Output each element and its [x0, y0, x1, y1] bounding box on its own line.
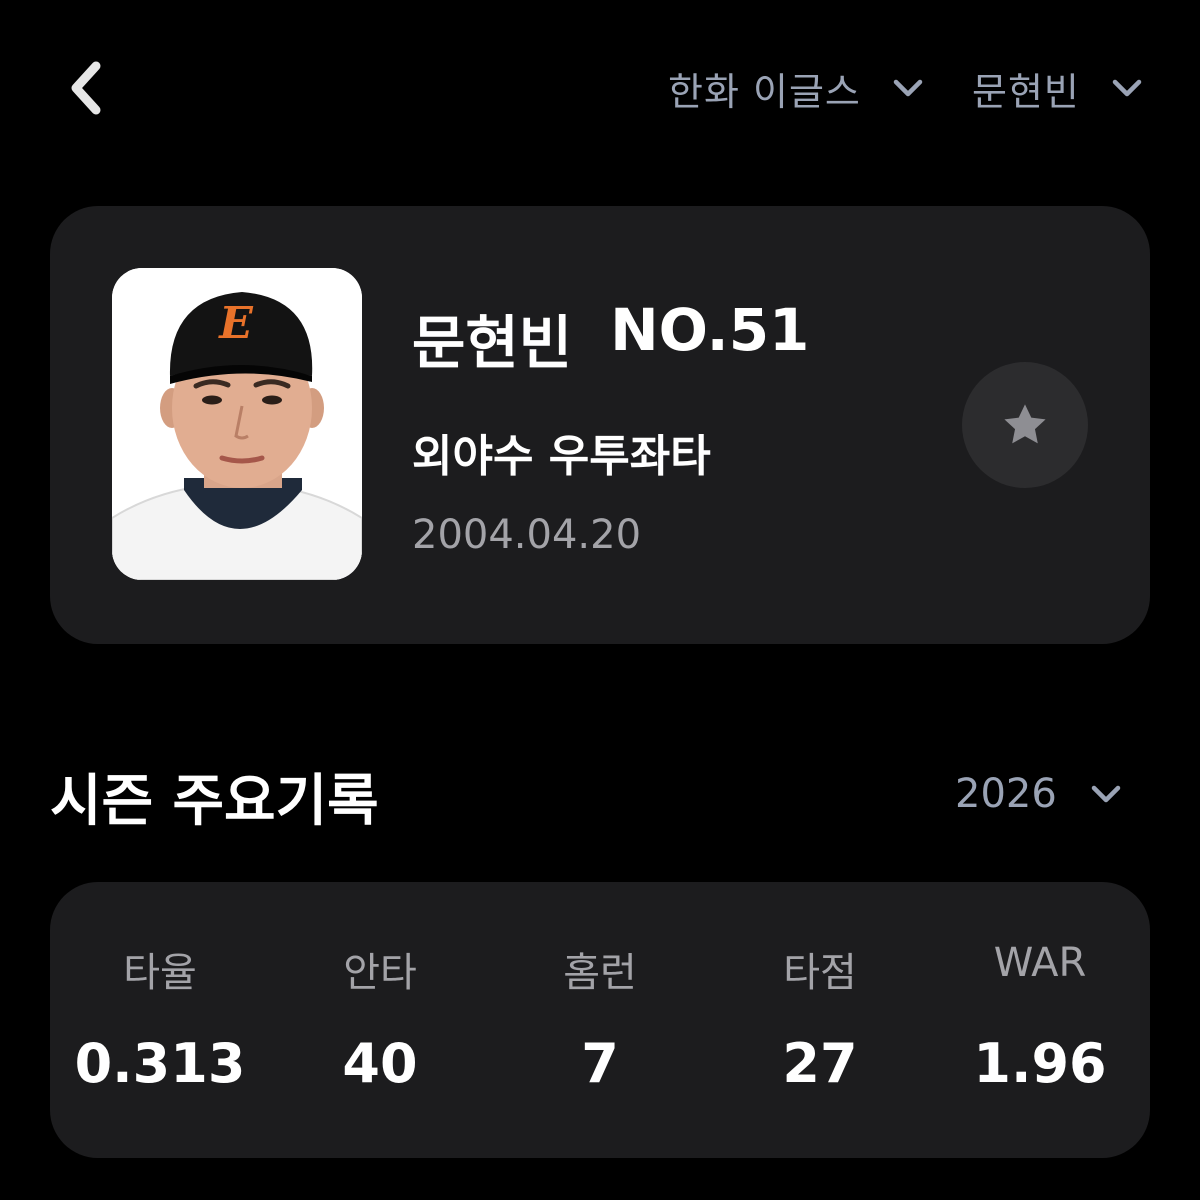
stat-home-runs: 홈런 7	[490, 882, 710, 1158]
stat-value: 40	[342, 1032, 418, 1095]
season-year-selector[interactable]: 2026	[955, 768, 1123, 820]
player-selector-label: 문현빈	[972, 69, 1080, 114]
chevron-left-icon	[71, 61, 101, 115]
season-section-title: 시즌 주요기록	[50, 769, 379, 834]
stat-batting-average: 타율 0.313	[50, 882, 270, 1158]
season-stats-card: 타율 0.313 안타 40 홈런 7 타점 27 WAR 1.96	[50, 882, 1150, 1158]
svg-text:E: E	[217, 298, 254, 349]
stat-value: 27	[782, 1032, 858, 1095]
player-selector[interactable]: 문현빈	[972, 62, 1144, 114]
stat-label: 타점	[783, 950, 857, 996]
top-bar: 한화 이글스 문현빈	[0, 0, 1200, 180]
chevron-down-icon	[1089, 783, 1123, 805]
stat-value: 0.313	[74, 1032, 246, 1095]
player-photo: E	[112, 268, 362, 580]
team-selector[interactable]: 한화 이글스	[668, 62, 925, 114]
stat-label: 안타	[343, 950, 417, 996]
stat-value: 1.96	[973, 1032, 1107, 1095]
back-button[interactable]	[62, 58, 114, 118]
player-name-line: 문현빈 NO.51	[412, 296, 809, 380]
player-name: 문현빈	[412, 309, 573, 377]
player-birth-date: 2004.04.20	[412, 512, 642, 558]
player-position: 외야수 우투좌타	[412, 431, 711, 482]
stat-value: 7	[581, 1032, 619, 1095]
stat-hits: 안타 40	[270, 882, 490, 1158]
stat-rbi: 타점 27	[710, 882, 930, 1158]
favorite-button[interactable]	[962, 362, 1088, 488]
stat-label: 타율	[123, 950, 197, 996]
chevron-down-icon	[1110, 77, 1144, 99]
player-profile-card: E 문현빈 NO.51 외야수 우투좌타 2004.04.20	[50, 206, 1150, 644]
chevron-down-icon	[891, 77, 925, 99]
stat-label: WAR	[993, 940, 1087, 986]
stat-war: WAR 1.96	[930, 882, 1150, 1158]
season-year-label: 2026	[955, 771, 1057, 817]
player-number: NO.51	[610, 296, 810, 364]
stat-label: 홈런	[563, 950, 637, 996]
star-icon	[1004, 404, 1046, 444]
team-selector-label: 한화 이글스	[668, 69, 861, 114]
